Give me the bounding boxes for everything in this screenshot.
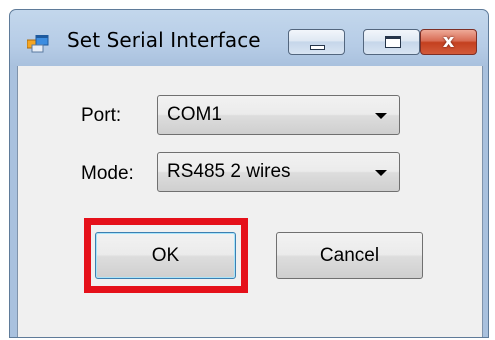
chevron-down-icon — [375, 113, 387, 119]
mode-select[interactable]: RS485 2 wires — [157, 152, 400, 192]
title-bar[interactable]: Set Serial Interface x — [10, 10, 488, 66]
minimize-button[interactable] — [288, 29, 345, 55]
app-window-icon — [26, 34, 49, 53]
mode-label: Mode: — [81, 163, 134, 184]
maximize-icon — [385, 36, 401, 48]
window-title: Set Serial Interface — [67, 28, 261, 52]
close-button[interactable]: x — [420, 29, 477, 55]
port-select[interactable]: COM1 — [157, 95, 400, 135]
ok-button[interactable]: OK — [95, 232, 236, 279]
port-label: Port: — [81, 105, 122, 126]
minimize-icon — [310, 45, 325, 50]
mode-select-value: RS485 2 wires — [167, 161, 291, 182]
close-icon: x — [442, 31, 455, 52]
chevron-down-icon — [375, 170, 387, 176]
maximize-button[interactable] — [363, 29, 420, 55]
dialog-client-area: Port: COM1 Mode: RS485 2 wires OK Cancel — [17, 66, 483, 337]
dialog-window: Set Serial Interface x Port: COM1 Mode: … — [9, 9, 489, 338]
cancel-button[interactable]: Cancel — [276, 232, 423, 279]
port-select-value: COM1 — [167, 104, 222, 125]
